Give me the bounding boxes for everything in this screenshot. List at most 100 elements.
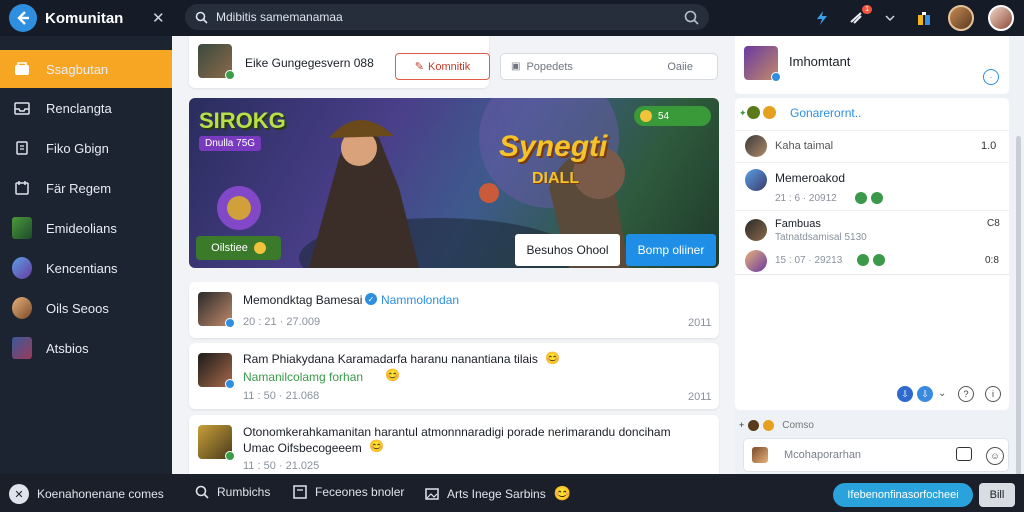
chat-input-box[interactable]: Mcohaporarhan ☺ bbox=[743, 438, 1009, 472]
activity-row[interactable]: Kaha taimal 1.0 bbox=[735, 130, 1009, 162]
sidebar: Ssagbutan Renclangta Fiko Gbign Fär Rege… bbox=[0, 36, 172, 474]
sidebar-item-feed[interactable]: Renclangta bbox=[0, 88, 172, 128]
post-text-continued: Umac Oifsbecogeeem bbox=[243, 441, 362, 455]
post-search-field[interactable]: ▣ Popedets Oaiie bbox=[500, 53, 718, 80]
chat-input-placeholder[interactable]: Mcohaporarhan bbox=[784, 449, 861, 461]
home-icon bbox=[12, 60, 32, 78]
post-meta: 11 : 50 · 21.068 bbox=[243, 390, 320, 402]
download-icon[interactable]: ⇩ bbox=[897, 386, 913, 402]
sidebar-item-groups[interactable]: Kencentians bbox=[0, 248, 172, 288]
picture-icon bbox=[12, 337, 32, 359]
banner-green-button[interactable]: Oilstiee bbox=[196, 236, 281, 260]
board-icon bbox=[293, 485, 307, 499]
activity-row[interactable]: Memeroakod 21 : 6 · 20912 bbox=[735, 162, 1009, 210]
row-name: Fambuas bbox=[775, 218, 821, 230]
post-meta: 11 : 50 · 21.025 bbox=[243, 460, 320, 472]
notification-icon[interactable]: 1 bbox=[846, 5, 872, 28]
banner-chip[interactable]: 54 bbox=[634, 106, 711, 126]
row-avatar bbox=[745, 169, 767, 191]
post-author[interactable]: Memondktag Bamesai bbox=[243, 293, 362, 307]
post-verified-name[interactable]: Nammolondan bbox=[381, 293, 459, 307]
sidebar-item-home[interactable]: Ssagbutan bbox=[0, 50, 172, 88]
bottom-item-search[interactable]: Rumbichs bbox=[195, 485, 270, 499]
brand[interactable]: Komunitan bbox=[0, 4, 172, 32]
bottom-bar: ✕ Koenahonenane comes Rumbichs Feceones … bbox=[0, 474, 1024, 512]
emoji-icon: 😊 bbox=[545, 351, 560, 365]
post-card[interactable]: Memondktag Bamesai ✓ Nammolondan 20 : 21… bbox=[189, 282, 719, 338]
profile-avatar[interactable] bbox=[988, 5, 1014, 31]
chevron-down-icon[interactable] bbox=[880, 8, 900, 28]
bolt-icon[interactable] bbox=[812, 8, 832, 28]
profile-card[interactable]: Imhomtant · bbox=[735, 36, 1009, 94]
document-icon bbox=[12, 139, 32, 157]
activity-row[interactable]: 15 : 07 · 29213 0:8 bbox=[735, 246, 1009, 274]
sidebar-item-social[interactable]: Oils Seoos bbox=[0, 288, 172, 328]
sidebar-item-label: Ssagbutan bbox=[46, 61, 109, 77]
post-card[interactable]: Otonomkerahkamanitan harantul atmonnnara… bbox=[189, 415, 719, 474]
sidebar-item-label: Emideolians bbox=[46, 220, 117, 236]
sidebar-item-label: Renclangta bbox=[46, 100, 112, 116]
sidebar-item-label: Kencentians bbox=[46, 260, 118, 276]
message-icon[interactable] bbox=[956, 447, 972, 461]
post-avatar bbox=[198, 292, 235, 328]
activity-row[interactable]: Fambuas Tatnatdsamisal 5130 C8 bbox=[735, 210, 1009, 246]
post-meta: 20 : 21 · 27.009 bbox=[243, 316, 321, 328]
feed: Eike Gungegesvern 088 ✎ Komnitik ▣ Poped… bbox=[172, 36, 728, 474]
bottom-item-board[interactable]: Feceones bnoler bbox=[293, 485, 404, 499]
banner-title-right: Synegti bbox=[499, 130, 608, 163]
search-submit-icon[interactable] bbox=[684, 10, 699, 25]
profile-name[interactable]: Imhomtant bbox=[789, 54, 850, 69]
emoji-icon: 😊 bbox=[553, 485, 572, 501]
search-icon bbox=[195, 485, 209, 499]
sidebar-item-calendar[interactable]: Fär Regem bbox=[0, 168, 172, 208]
row-sub: 15 : 07 · 29213 bbox=[775, 255, 843, 266]
sidebar-item-media[interactable]: Emideolians bbox=[0, 208, 172, 248]
close-icon[interactable]: ✕ bbox=[152, 9, 165, 27]
search-input[interactable] bbox=[216, 10, 676, 24]
banner-primary-button[interactable]: Bomp oliiner bbox=[626, 234, 716, 266]
group-avatar-icon bbox=[12, 257, 32, 279]
bottom-square-button[interactable]: Bill bbox=[979, 483, 1015, 507]
info-icon[interactable]: i bbox=[985, 386, 1001, 402]
coin-icon bbox=[253, 242, 266, 254]
help-icon[interactable]: ? bbox=[958, 386, 974, 402]
like-icon bbox=[871, 192, 883, 204]
search-bar[interactable] bbox=[185, 4, 709, 30]
banner-secondary-button[interactable]: Besuhos Ohool bbox=[515, 234, 620, 266]
banner-tag-left: Dnulla 75G bbox=[199, 136, 262, 151]
post-card[interactable]: Ram Phiakydana Karamadarfa haranu nanant… bbox=[189, 343, 719, 409]
user-avatar[interactable] bbox=[948, 5, 974, 31]
sidebar-item-label: Atsbios bbox=[46, 340, 89, 356]
timer-icon[interactable]: · bbox=[983, 69, 999, 85]
status-dot-icon: ✦ bbox=[739, 108, 747, 118]
emoji-icon: 😊 bbox=[369, 439, 384, 453]
row-avatar bbox=[745, 219, 767, 241]
image-icon bbox=[425, 487, 439, 500]
sidebar-item-label: Fär Regem bbox=[46, 180, 112, 196]
featured-banner[interactable]: SIROKG Dnulla 75G Synegti DIALL 54 Oilst… bbox=[189, 98, 719, 268]
bottom-action-button[interactable]: Ifebenonfinasorfocheei bbox=[833, 483, 973, 507]
download-alt-icon[interactable]: ⇩ bbox=[917, 386, 933, 402]
post-subtext[interactable]: Namanilcolamg forhan bbox=[243, 370, 363, 384]
gift-icon[interactable] bbox=[914, 8, 934, 28]
image-icon: ▣ bbox=[511, 61, 521, 72]
verified-icon: ✓ bbox=[365, 293, 377, 305]
compose-button[interactable]: ✎ Komnitik bbox=[395, 53, 490, 80]
post-side-meta: 2011 bbox=[688, 317, 712, 329]
post-side-meta: 2011 bbox=[688, 391, 712, 403]
emoji-picker-icon[interactable]: ☺ bbox=[986, 447, 1004, 465]
coin-icon bbox=[747, 106, 760, 119]
section-title[interactable]: Gonarerornt.. bbox=[790, 106, 861, 120]
profile-avatar bbox=[744, 46, 781, 82]
bottom-item-image[interactable]: Arts Inege Sarbins 😊 bbox=[425, 485, 571, 502]
row-value: 1.0 bbox=[981, 140, 997, 152]
sidebar-item-docs[interactable]: Fiko Gbign bbox=[0, 128, 172, 168]
sidebar-item-label: Oils Seoos bbox=[46, 300, 109, 316]
chevron-down-icon[interactable]: ⌄ bbox=[938, 388, 946, 399]
sidebar-item-archive[interactable]: Atsbios bbox=[0, 328, 172, 368]
row-value: 0:8 bbox=[985, 255, 999, 266]
scrollbar[interactable] bbox=[1016, 136, 1021, 476]
calendar-icon bbox=[12, 179, 32, 197]
right-panel: Imhomtant · ✦ Gonarerornt.. Kaha taimal … bbox=[735, 36, 1024, 476]
bottom-item-community[interactable]: ✕ Koenahonenane comes bbox=[9, 484, 164, 504]
